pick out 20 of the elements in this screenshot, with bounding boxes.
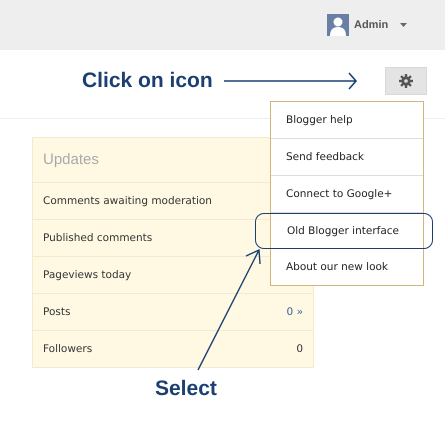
user-name[interactable]: Admin: [354, 19, 388, 31]
menu-item[interactable]: Blogger help: [271, 102, 423, 139]
settings-button[interactable]: [384, 67, 427, 95]
arrow-icon: [222, 71, 359, 91]
instruction-text: Click on icon: [82, 69, 213, 93]
menu-item[interactable]: Send feedback: [271, 139, 423, 176]
stat-label: Posts: [43, 306, 70, 318]
menu-item[interactable]: About our new look: [271, 249, 423, 285]
stat-value: 0: [296, 343, 303, 355]
avatar-icon: [327, 14, 349, 36]
stat-label: Published comments: [43, 232, 152, 244]
stat-label: Followers: [43, 343, 92, 355]
stat-value[interactable]: 0 »: [286, 306, 303, 318]
settings-icon: [398, 74, 413, 88]
instruction-text: Select: [155, 377, 217, 401]
menu-item[interactable]: Connect to Google+: [271, 176, 423, 213]
caret-icon[interactable]: [400, 23, 408, 27]
stat-label: Comments awaiting moderation: [43, 195, 212, 207]
menu-item[interactable]: Old Blogger interface: [255, 213, 433, 249]
stat-label: Pageviews today: [43, 269, 132, 281]
